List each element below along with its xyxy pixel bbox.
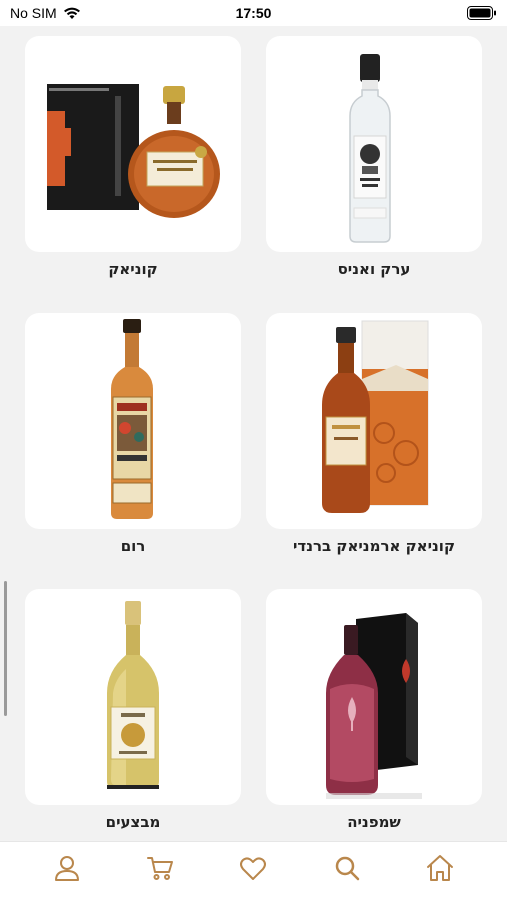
category-card-deals[interactable]: מבצעים: [25, 589, 241, 831]
card-label: קוניאק ארמניאק ברנדי: [292, 537, 455, 555]
card-image: [266, 313, 482, 529]
arak-bottle-image: [349, 54, 391, 243]
wifi-icon: [63, 7, 80, 19]
category-card-champagne[interactable]: שמפניה: [266, 589, 482, 831]
card-label: ערק ואניס: [337, 260, 411, 278]
tab-favorites[interactable]: [233, 848, 273, 888]
card-image: [25, 589, 241, 805]
tab-bar: [0, 841, 507, 900]
card-label: רום: [120, 537, 146, 555]
status-right: [467, 6, 497, 20]
brandy-bottle-image: [322, 320, 429, 513]
white-wine-bottle-image: [107, 601, 159, 789]
category-card-arak[interactable]: ערק ואניס: [266, 36, 482, 278]
battery-icon: [467, 6, 496, 20]
tab-profile[interactable]: [47, 848, 87, 888]
carrier-label: No SIM: [10, 5, 57, 21]
tab-home[interactable]: [420, 848, 460, 888]
home-icon: [427, 855, 454, 881]
status-left: No SIM: [10, 5, 81, 21]
card-image: [266, 36, 482, 252]
card-image: [266, 589, 482, 805]
cognac-bottle-image: [47, 84, 220, 218]
search-icon: [335, 856, 360, 881]
scroll-indicator[interactable]: [4, 581, 7, 716]
category-card-cognac[interactable]: קוניאק: [25, 36, 241, 278]
card-image: [25, 36, 241, 252]
tab-cart[interactable]: [140, 848, 180, 888]
tab-search[interactable]: [327, 848, 367, 888]
category-card-brandy[interactable]: קוניאק ארמניאק ברנדי: [266, 313, 482, 555]
card-label: מבצעים: [105, 813, 161, 831]
card-image: [25, 313, 241, 529]
app-screen: No SIM 17:50 ערק ואניס קוניאק קוניאק ארמ…: [0, 0, 507, 900]
category-card-rum[interactable]: רום: [25, 313, 241, 555]
cart-icon: [147, 857, 174, 880]
category-grid: ערק ואניס קוניאק קוניאק ארמניאק ברנדי רו…: [0, 26, 507, 841]
user-icon: [54, 856, 79, 881]
status-bar: No SIM 17:50: [0, 0, 507, 26]
card-label: קוניאק: [108, 260, 158, 278]
heart-icon: [240, 857, 267, 880]
champagne-bottle-image: [326, 613, 422, 799]
rum-bottle-image: [111, 319, 153, 519]
card-label: שמפניה: [347, 813, 401, 831]
